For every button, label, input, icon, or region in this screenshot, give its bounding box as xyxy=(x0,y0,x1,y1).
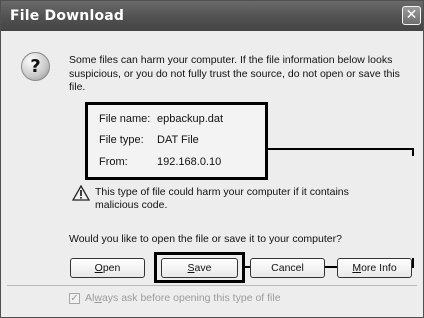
more-info-label-rest: ore Info xyxy=(361,262,397,274)
save-accelerator: S xyxy=(187,262,195,274)
footer-divider xyxy=(7,285,417,286)
more-info-button[interactable]: More Info xyxy=(337,258,412,278)
file-name-value: epbackup.dat xyxy=(157,113,224,125)
always-ask-label-pre: Al xyxy=(85,292,95,304)
close-button[interactable]: ✕ xyxy=(402,6,421,25)
always-ask-label-post: ays ask before opening this type of file xyxy=(101,292,281,304)
title-bar[interactable]: File Download ✕ xyxy=(1,1,423,31)
open-button[interactable]: Open xyxy=(70,258,145,278)
close-icon: ✕ xyxy=(405,7,418,23)
file-info-box: File name: epbackup.dat File type: DAT Fil… xyxy=(85,102,268,180)
info-callout-line xyxy=(267,148,414,150)
file-type-label: File type: xyxy=(99,134,144,146)
file-name-row: File name: epbackup.dat xyxy=(99,113,223,125)
warning-triangle-icon xyxy=(72,185,90,201)
more-info-accelerator: M xyxy=(352,262,362,274)
always-ask-accelerator: w xyxy=(94,292,102,304)
cancel-button[interactable]: Cancel xyxy=(250,258,325,278)
always-ask-label[interactable]: Always ask before opening this type of f… xyxy=(85,292,281,304)
harm-warning-text: This type of file could harm your comput… xyxy=(95,186,349,211)
save-label-rest: ave xyxy=(194,262,212,274)
open-or-save-question: Would you like to open the file or save … xyxy=(69,233,342,245)
file-download-dialog: File Download ✕ ? Some files can harm yo… xyxy=(0,0,424,318)
file-name-label: File name: xyxy=(99,113,151,125)
question-mark-icon: ? xyxy=(21,52,50,81)
open-accelerator: O xyxy=(94,262,103,274)
file-from-value: 192.168.0.10 xyxy=(157,156,222,168)
warning-message: Some files can harm your computer. If th… xyxy=(69,54,400,93)
save-callout-tick xyxy=(412,258,414,267)
save-button[interactable]: Save xyxy=(161,258,238,278)
open-label-rest: pen xyxy=(102,262,121,274)
always-ask-checkbox[interactable]: ✓ xyxy=(69,293,80,304)
file-from-row: From: 192.168.0.10 xyxy=(99,156,221,168)
info-callout-tick xyxy=(412,148,414,156)
file-type-row: File type: DAT File xyxy=(99,134,199,146)
file-from-label: From: xyxy=(99,156,128,168)
dialog-title: File Download xyxy=(10,8,125,24)
file-type-value: DAT File xyxy=(157,134,199,146)
